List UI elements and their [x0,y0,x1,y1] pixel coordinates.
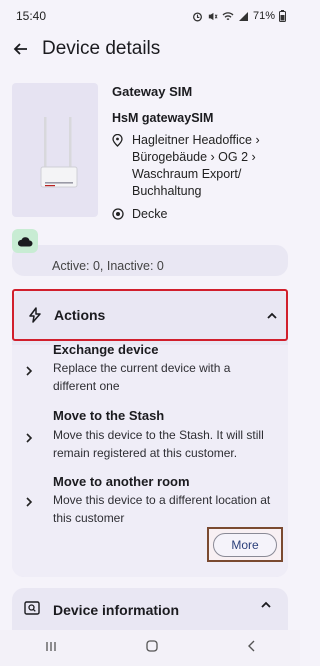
device-location: Hagleitner Headoffice › Bürogebäude › OG… [132,133,260,198]
recent-apps-button[interactable] [45,639,57,657]
home-button[interactable] [146,639,158,657]
more-button-highlight: More [207,527,283,562]
app-bar: Device details [0,32,300,66]
mute-icon [208,12,218,20]
recents-icon [46,642,56,651]
action-title: Move to another room [53,474,190,489]
mount-row: Decke [112,206,288,225]
actions-title: Actions [54,307,106,323]
device-information-title: Device information [53,602,180,618]
chevron-right-icon [26,494,33,510]
device-name: Gateway SIM [112,84,193,99]
target-icon [112,206,126,225]
battery-icon [279,10,286,22]
action-description: Move this device to the Stash. It will s… [53,428,264,460]
location-row: Hagleitner Headoffice › Bürogebäude › OG… [112,132,288,200]
actions-header[interactable]: Actions [12,289,288,341]
status-summary-card: Active: 0, Inactive: 0 [12,245,288,276]
cloud-icon [17,236,33,246]
chevron-up-icon[interactable] [252,601,280,608]
status-icons: 71% [192,10,286,22]
chevron-right-icon [26,430,33,446]
page-title: Device details [42,38,161,59]
back-icon [248,640,255,652]
battery-level: 71% [252,10,275,22]
action-description: Move this device to a different location… [53,493,271,525]
device-mount: Decke [132,207,168,221]
actions-section: Actions Exchange device Replace the curr… [12,289,288,577]
system-back-button[interactable] [247,639,255,657]
bolt-icon [16,307,54,323]
arrow-back-icon [13,43,27,55]
wifi-icon [222,11,234,20]
action-description: Replace the current device with a differ… [53,361,231,393]
action-title: Move to the Stash [53,408,165,423]
action-move-to-stash[interactable]: Move to the Stash Move this device to th… [12,408,288,470]
device-card: Gateway SIM HsM gatewaySIM Hagleitner He… [12,83,288,223]
action-title: Exchange device [53,342,159,357]
device-information-header[interactable]: Device information [12,588,288,630]
device-image [12,83,98,217]
back-button[interactable] [0,32,40,66]
search-icon [24,601,40,621]
action-exchange-device[interactable]: Exchange device Replace the current devi… [12,342,288,400]
connection-badge [12,229,38,253]
alarm-icon [192,11,202,21]
device-info: Gateway SIM HsM gatewaySIM Hagleitner He… [112,83,288,225]
home-icon [146,640,158,652]
router-illustration [40,117,78,188]
location-pin-icon [112,132,126,200]
system-nav-bar [0,630,300,666]
action-move-to-another-room[interactable]: Move to another room Move this device to… [12,474,288,532]
chevron-right-icon [26,363,33,379]
status-time: 15:40 [16,9,47,23]
more-button[interactable]: More [213,532,277,557]
chevron-up-icon[interactable] [258,312,286,319]
status-summary-text: Active: 0, Inactive: 0 [52,259,164,273]
status-bar: 15:40 71% [0,0,300,32]
signal-icon [238,11,248,21]
device-type: HsM gatewaySIM [112,111,214,125]
